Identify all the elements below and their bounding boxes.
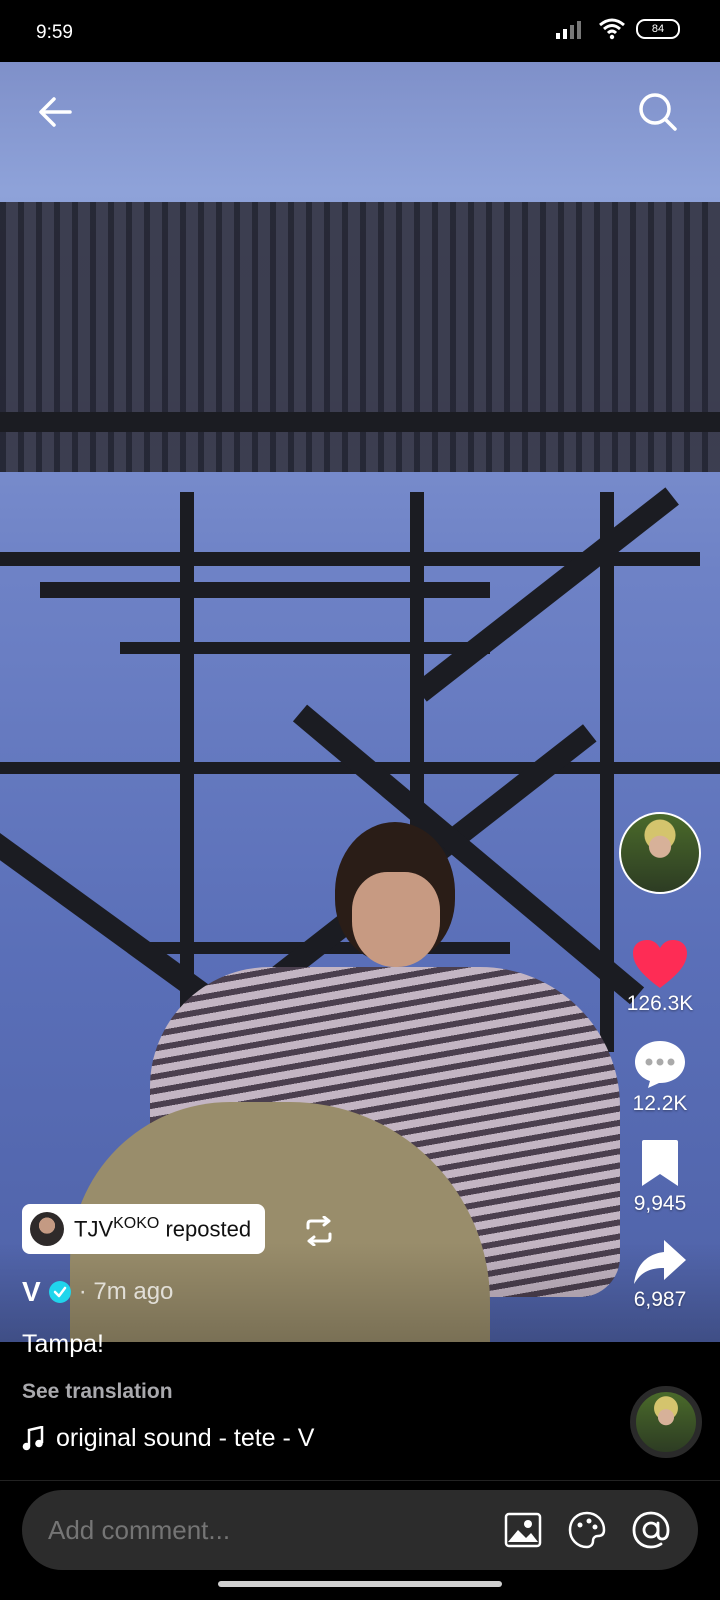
- see-translation-link[interactable]: See translation: [22, 1380, 173, 1404]
- status-icons: 84: [556, 18, 680, 40]
- video-subject-face: [352, 872, 440, 967]
- comment-button[interactable]: 12.2K: [632, 1038, 688, 1116]
- at-sign-icon: [632, 1511, 670, 1549]
- image-button[interactable]: [500, 1507, 546, 1553]
- reposter-name: TJV: [74, 1216, 114, 1242]
- share-arrow-icon: [634, 1240, 686, 1284]
- sound-link[interactable]: original sound - tete - V: [22, 1424, 314, 1453]
- repost-suffix: reposted: [165, 1216, 252, 1242]
- comment-bubble-icon: [635, 1041, 685, 1088]
- bookmark-icon: [642, 1140, 678, 1186]
- comment-bar: [22, 1490, 698, 1570]
- share-count: 6,987: [633, 1288, 687, 1311]
- comment-input[interactable]: [46, 1513, 500, 1547]
- verified-badge: [48, 1281, 71, 1303]
- status-time: 9:59: [36, 22, 73, 43]
- music-note-icon: [22, 1425, 44, 1450]
- post-caption: Tampa!: [22, 1330, 104, 1358]
- signal-icon: [556, 21, 581, 39]
- search-icon: [639, 93, 677, 131]
- post-time-ago: · 7m ago: [78, 1278, 174, 1305]
- reposter-avatar: [30, 1212, 64, 1246]
- wifi-icon: [599, 18, 625, 40]
- mention-button[interactable]: [628, 1507, 674, 1553]
- image-icon: [504, 1512, 542, 1548]
- action-rail: 126.3K 12.2K 9,945 6,987: [610, 812, 710, 1312]
- repost-chip[interactable]: TJVKOKO reposted: [22, 1204, 266, 1254]
- search-button[interactable]: [634, 88, 682, 136]
- sound-label: original sound - tete - V: [56, 1424, 315, 1452]
- repost-button[interactable]: [300, 1212, 338, 1250]
- share-button[interactable]: 6,987: [632, 1238, 688, 1312]
- creator-avatar[interactable]: [619, 812, 701, 894]
- video-truss: [120, 642, 490, 654]
- save-count: 9,945: [633, 1192, 687, 1215]
- save-button[interactable]: 9,945: [633, 1138, 687, 1216]
- like-button[interactable]: 126.3K: [626, 938, 694, 1016]
- author-line: V · 7m ago: [22, 1276, 173, 1308]
- emoji-button[interactable]: [564, 1507, 610, 1553]
- checkmark-icon: [53, 1286, 66, 1298]
- repost-icon: [306, 1216, 332, 1246]
- home-indicator[interactable]: [218, 1581, 502, 1587]
- author-name[interactable]: V: [22, 1276, 41, 1308]
- video-truss: [0, 412, 720, 432]
- heart-icon: [633, 940, 687, 988]
- repost-label: TJVKOKO reposted: [74, 1215, 251, 1242]
- reposter-name-superscript: KOKO: [113, 1215, 160, 1233]
- emoji-icon: [568, 1511, 606, 1549]
- back-button[interactable]: [32, 88, 80, 136]
- comment-count: 12.2K: [632, 1092, 688, 1115]
- like-count: 126.3K: [626, 992, 694, 1015]
- arrow-left-icon: [39, 97, 72, 127]
- battery-indicator: 84: [636, 19, 680, 39]
- sound-disc[interactable]: [630, 1386, 702, 1458]
- divider: [0, 1480, 720, 1481]
- status-bar: 9:59 84: [0, 0, 720, 62]
